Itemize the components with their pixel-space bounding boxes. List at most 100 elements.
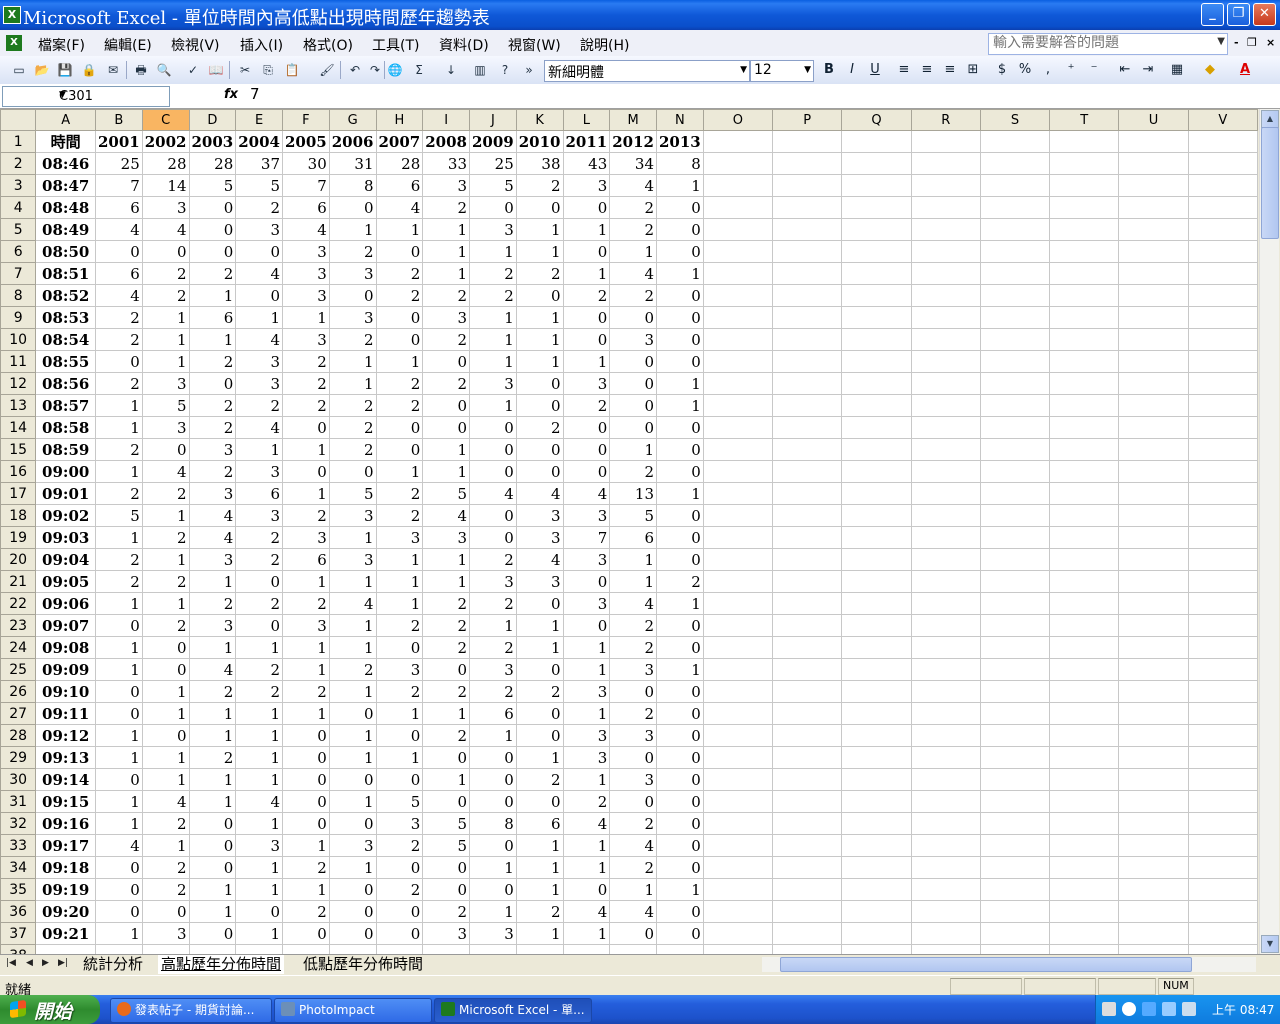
cell[interactable]: [979, 702, 1051, 725]
cell[interactable]: [1118, 262, 1189, 285]
cell[interactable]: 09:02: [35, 504, 96, 527]
cell[interactable]: 08:47: [35, 174, 96, 197]
cell[interactable]: 0: [469, 834, 517, 857]
cell[interactable]: 31: [328, 152, 377, 175]
cell[interactable]: 5: [422, 834, 470, 857]
cell[interactable]: 2: [141, 284, 190, 307]
cell[interactable]: [1118, 130, 1189, 153]
cell[interactable]: 3: [141, 416, 190, 439]
cell[interactable]: 1: [95, 812, 143, 835]
cell[interactable]: 0: [609, 416, 657, 439]
bold-button[interactable]: B: [820, 61, 838, 79]
cell[interactable]: 0: [656, 856, 704, 879]
row-header[interactable]: 26: [0, 680, 37, 703]
cell[interactable]: 0: [375, 856, 424, 879]
cell[interactable]: [910, 284, 981, 307]
cell[interactable]: 1: [141, 328, 190, 351]
cell[interactable]: [979, 790, 1051, 813]
cell[interactable]: [1187, 856, 1258, 879]
cell[interactable]: 2: [422, 680, 470, 703]
cell[interactable]: [910, 328, 981, 351]
cell[interactable]: 0: [562, 240, 611, 263]
cell[interactable]: [979, 834, 1051, 857]
cell[interactable]: [1187, 614, 1258, 637]
cell[interactable]: [1049, 944, 1120, 954]
cell[interactable]: 1: [375, 592, 424, 615]
cell[interactable]: 2: [422, 284, 470, 307]
cell[interactable]: 08:58: [35, 416, 96, 439]
cell[interactable]: 09:19: [35, 878, 96, 901]
cell[interactable]: 4: [469, 482, 517, 505]
cell[interactable]: [910, 438, 981, 461]
row-header[interactable]: 28: [0, 724, 37, 747]
cell[interactable]: [702, 174, 774, 197]
column-header-j[interactable]: J: [469, 109, 517, 131]
cell[interactable]: [979, 262, 1051, 285]
cell[interactable]: [910, 878, 981, 901]
row-header[interactable]: 17: [0, 482, 37, 505]
cell[interactable]: 1: [95, 658, 143, 681]
format-painter-icon[interactable]: 🖌: [318, 61, 336, 79]
cell[interactable]: 7: [562, 526, 611, 549]
cell[interactable]: [841, 262, 912, 285]
cell[interactable]: [702, 548, 774, 571]
cell[interactable]: 1: [235, 812, 283, 835]
cell[interactable]: [1118, 460, 1189, 483]
cell[interactable]: 1: [188, 900, 237, 923]
cell[interactable]: 2004: [235, 130, 283, 153]
cell[interactable]: 0: [515, 658, 564, 681]
cell[interactable]: 1: [656, 174, 704, 197]
cell[interactable]: [1049, 856, 1120, 879]
row-header[interactable]: 35: [0, 878, 37, 901]
cell[interactable]: 2: [235, 680, 283, 703]
cell[interactable]: [772, 636, 843, 659]
cell[interactable]: [1049, 702, 1120, 725]
cell[interactable]: [841, 306, 912, 329]
cell[interactable]: 0: [609, 394, 657, 417]
cell[interactable]: [979, 130, 1051, 153]
cell[interactable]: 0: [656, 240, 704, 263]
cell[interactable]: 3: [235, 834, 283, 857]
taskbar-item-excel[interactable]: Microsoft Excel - 單...: [434, 998, 592, 1023]
cell[interactable]: 0: [422, 790, 470, 813]
cell[interactable]: 3: [328, 834, 377, 857]
cell[interactable]: [1187, 548, 1258, 571]
cell[interactable]: 0: [141, 636, 190, 659]
cell[interactable]: [910, 856, 981, 879]
cell[interactable]: [1118, 218, 1189, 241]
cell[interactable]: [841, 614, 912, 637]
cell[interactable]: [910, 658, 981, 681]
cell[interactable]: [772, 658, 843, 681]
cell[interactable]: 1: [656, 262, 704, 285]
cell[interactable]: 5: [375, 790, 424, 813]
cell[interactable]: [1118, 526, 1189, 549]
chevron-down-icon[interactable]: ▼: [59, 90, 163, 100]
column-header-u[interactable]: U: [1118, 109, 1189, 131]
cell[interactable]: [1118, 196, 1189, 219]
cell[interactable]: 1: [422, 240, 470, 263]
cell[interactable]: 1: [609, 438, 657, 461]
cell[interactable]: 2: [469, 284, 517, 307]
cell[interactable]: 1: [515, 240, 564, 263]
cell[interactable]: 1: [656, 592, 704, 615]
cell[interactable]: 2: [235, 394, 283, 417]
cell[interactable]: 5: [328, 482, 377, 505]
cell[interactable]: 7: [95, 174, 143, 197]
cell[interactable]: 3: [282, 614, 330, 637]
cell[interactable]: [1118, 636, 1189, 659]
cell[interactable]: 0: [469, 460, 517, 483]
cell[interactable]: [979, 922, 1051, 945]
close-button[interactable]: ✕: [1253, 3, 1276, 26]
cell[interactable]: 09:03: [35, 526, 96, 549]
chart-wizard-icon[interactable]: ▥: [471, 61, 489, 79]
cell[interactable]: 1: [562, 218, 611, 241]
cell[interactable]: [910, 262, 981, 285]
cell[interactable]: 0: [282, 746, 330, 769]
cell[interactable]: 1: [235, 306, 283, 329]
cell[interactable]: [1187, 944, 1258, 954]
cell[interactable]: 0: [235, 900, 283, 923]
cell[interactable]: [1118, 328, 1189, 351]
cell[interactable]: 3: [562, 372, 611, 395]
cell[interactable]: 09:09: [35, 658, 96, 681]
cell[interactable]: 2009: [469, 130, 517, 153]
